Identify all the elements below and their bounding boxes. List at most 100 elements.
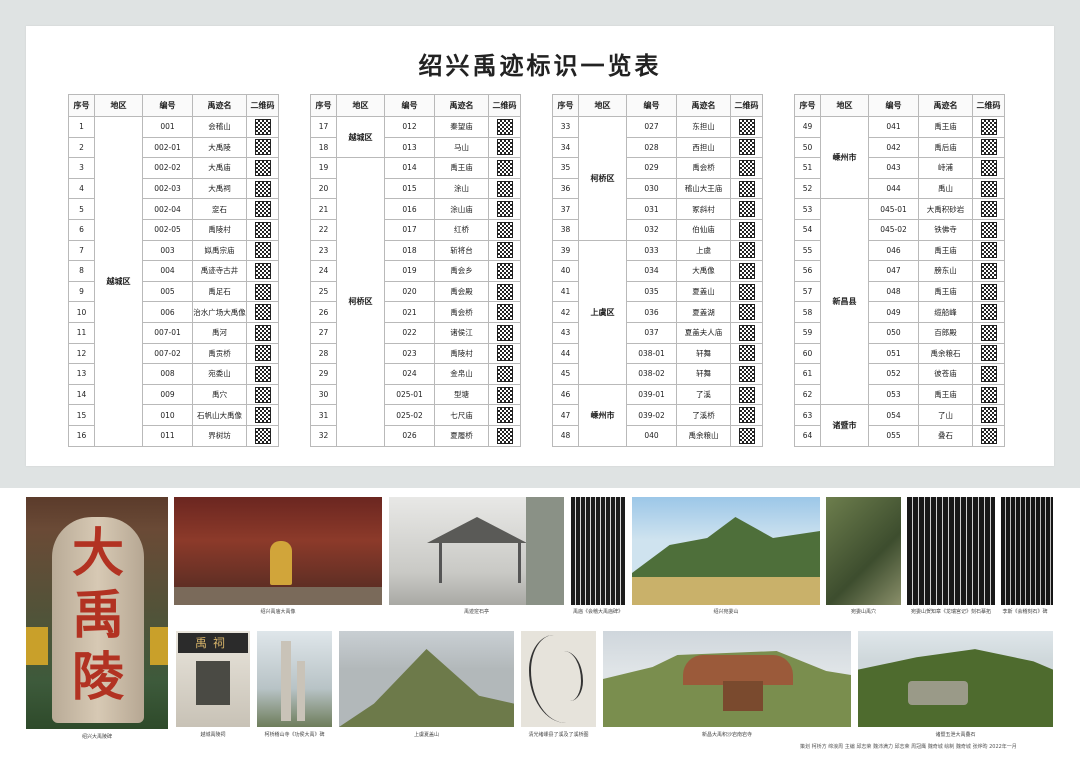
qr-code-icon[interactable] <box>980 304 997 321</box>
qr-code-icon[interactable] <box>496 180 513 197</box>
qr-code-icon[interactable] <box>254 180 271 197</box>
qr-code-icon[interactable] <box>496 345 513 362</box>
qr-code-icon[interactable] <box>496 262 513 279</box>
qr-code-icon[interactable] <box>980 159 997 176</box>
qr-code-icon[interactable] <box>254 345 271 362</box>
qr-code-icon[interactable] <box>738 304 755 321</box>
qr-code-icon[interactable] <box>738 242 755 259</box>
row-number: 7 <box>68 239 95 262</box>
row-number: 23 <box>310 239 337 262</box>
marker-code: 002-01 <box>142 136 193 159</box>
qr-cell <box>972 239 1005 262</box>
qr-code-icon[interactable] <box>738 221 755 238</box>
qr-code-icon[interactable] <box>738 180 755 197</box>
qr-code-icon[interactable] <box>254 242 271 259</box>
column-header: 禹迹名 <box>192 94 247 117</box>
qr-code-icon[interactable] <box>738 407 755 424</box>
qr-code-icon[interactable] <box>980 407 997 424</box>
row-number: 5 <box>68 198 95 220</box>
qr-cell <box>730 383 763 406</box>
qr-code-icon[interactable] <box>496 407 513 424</box>
qr-code-icon[interactable] <box>738 201 755 218</box>
qr-code-icon[interactable] <box>496 201 513 218</box>
site-name: 禹余粮山 <box>676 424 731 447</box>
marker-code: 004 <box>142 260 193 282</box>
qr-code-icon[interactable] <box>254 324 271 341</box>
row-number: 21 <box>310 198 337 220</box>
qr-code-icon[interactable] <box>980 386 997 403</box>
qr-code-icon[interactable] <box>980 324 997 341</box>
qr-code-icon[interactable] <box>980 365 997 382</box>
qr-code-icon[interactable] <box>254 221 271 238</box>
column-header: 地区 <box>94 94 143 117</box>
qr-code-icon[interactable] <box>738 159 755 176</box>
qr-code-icon[interactable] <box>254 386 271 403</box>
table-header-row: 序号 地区 编号 禹迹名 二维码 <box>310 94 521 117</box>
qr-code-icon[interactable] <box>496 365 513 382</box>
qr-code-icon[interactable] <box>980 427 997 444</box>
qr-code-icon[interactable] <box>496 386 513 403</box>
rubbing-photo-3 <box>1001 497 1053 605</box>
marker-code: 007-02 <box>142 342 193 365</box>
site-name: 金帛山 <box>434 363 489 385</box>
qr-code-icon[interactable] <box>496 283 513 300</box>
qr-code-icon[interactable] <box>496 139 513 156</box>
qr-code-icon[interactable] <box>738 365 755 382</box>
row-number: 41 <box>552 280 579 303</box>
qr-code-icon[interactable] <box>254 427 271 444</box>
qr-code-icon[interactable] <box>254 365 271 382</box>
qr-cell <box>246 342 279 365</box>
qr-cell <box>972 280 1005 303</box>
marker-table: 序号 地区 编号 禹迹名 二维码 49 嵊州市 041 禹王庙 50 042 禹后庙 51 043 峙浦 52… <box>794 94 1005 447</box>
qr-code-icon[interactable] <box>738 345 755 362</box>
qr-code-icon[interactable] <box>254 159 271 176</box>
row-number: 28 <box>310 342 337 365</box>
qr-code-icon[interactable] <box>738 118 755 135</box>
qr-code-icon[interactable] <box>496 221 513 238</box>
qr-cell <box>972 363 1005 385</box>
qr-cell <box>972 404 1005 426</box>
column-header: 编号 <box>626 94 677 117</box>
qr-code-icon[interactable] <box>738 427 755 444</box>
qr-code-icon[interactable] <box>980 242 997 259</box>
site-name: 禹陵村 <box>192 218 247 241</box>
qr-code-icon[interactable] <box>738 324 755 341</box>
qr-code-icon[interactable] <box>254 139 271 156</box>
row-number: 30 <box>310 383 337 406</box>
qr-code-icon[interactable] <box>496 118 513 135</box>
column-header: 二维码 <box>246 94 279 117</box>
row-number: 38 <box>552 218 579 241</box>
qr-code-icon[interactable] <box>496 159 513 176</box>
qr-code-icon[interactable] <box>496 427 513 444</box>
qr-code-icon[interactable] <box>980 221 997 238</box>
qr-code-icon[interactable] <box>738 139 755 156</box>
qr-code-icon[interactable] <box>738 283 755 300</box>
qr-code-icon[interactable] <box>738 386 755 403</box>
qr-cell <box>730 177 763 200</box>
qr-code-icon[interactable] <box>496 304 513 321</box>
qr-code-icon[interactable] <box>254 407 271 424</box>
qr-code-icon[interactable] <box>254 283 271 300</box>
qr-code-icon[interactable] <box>980 180 997 197</box>
qr-code-icon[interactable] <box>980 201 997 218</box>
qr-code-icon[interactable] <box>980 139 997 156</box>
qr-code-icon[interactable] <box>254 262 271 279</box>
column-header: 地区 <box>336 94 385 117</box>
site-name: 伯仙庙 <box>676 218 731 241</box>
qr-code-icon[interactable] <box>254 304 271 321</box>
qr-code-icon[interactable] <box>980 345 997 362</box>
column-header: 编号 <box>384 94 435 117</box>
marker-code: 002-03 <box>142 177 193 200</box>
qr-code-icon[interactable] <box>980 283 997 300</box>
qr-code-icon[interactable] <box>254 118 271 135</box>
site-name: 禹后庙 <box>918 136 973 159</box>
column-header: 编号 <box>868 94 919 117</box>
qr-code-icon[interactable] <box>496 242 513 259</box>
marker-code: 039-02 <box>626 404 677 426</box>
qr-code-icon[interactable] <box>980 118 997 135</box>
qr-code-icon[interactable] <box>738 262 755 279</box>
qr-code-icon[interactable] <box>254 201 271 218</box>
qr-code-icon[interactable] <box>496 324 513 341</box>
marker-code: 033 <box>626 239 677 262</box>
qr-code-icon[interactable] <box>980 262 997 279</box>
